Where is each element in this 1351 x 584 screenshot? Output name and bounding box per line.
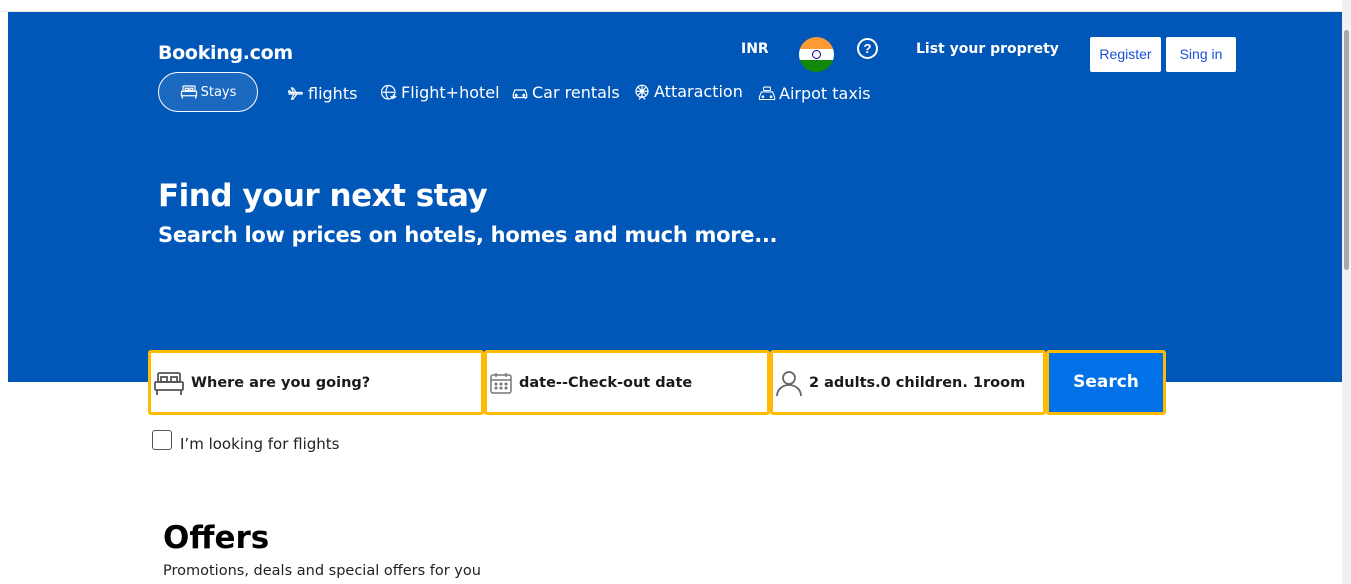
guests-selector[interactable]: 2 adults.0 children. 1room xyxy=(770,350,1046,415)
nav-tab-flight-hotel[interactable]: Flight+hotel xyxy=(380,83,500,102)
flights-checkbox-label[interactable]: I’m looking for flights xyxy=(180,435,339,453)
bed-icon xyxy=(154,371,184,395)
hero-subtitle: Search low prices on hotels, homes and m… xyxy=(158,223,778,247)
bed-icon xyxy=(180,85,197,99)
nav-tab-attractions-label: Attaraction xyxy=(654,82,743,101)
person-icon xyxy=(776,370,802,396)
india-flag-icon[interactable] xyxy=(799,37,834,72)
calendar-icon xyxy=(490,372,512,394)
plane-icon xyxy=(287,86,303,100)
nav-tab-car-rentals[interactable]: Car rentals xyxy=(511,83,620,102)
help-icon[interactable]: ? xyxy=(857,38,878,59)
nav-tab-stays[interactable]: Stays xyxy=(158,72,258,112)
destination-input[interactable]: Where are you going? xyxy=(148,350,484,415)
flight-hotel-icon xyxy=(380,84,397,100)
nav-tab-flights[interactable]: flights xyxy=(287,84,357,103)
page-scrollbar[interactable] xyxy=(1342,0,1351,584)
site-logo[interactable]: Booking.com xyxy=(158,42,293,64)
nav-tab-attractions[interactable]: Attaraction xyxy=(633,82,743,101)
destination-placeholder: Where are you going? xyxy=(191,374,371,391)
offers-heading: Offers xyxy=(163,520,270,556)
taxi-icon xyxy=(758,86,776,100)
register-button[interactable]: Register xyxy=(1090,37,1161,72)
currency-selector[interactable]: INR xyxy=(741,41,769,57)
nav-tab-flights-label: flights xyxy=(308,84,358,103)
date-range-input[interactable]: date--Check-out date xyxy=(484,350,770,415)
date-range-label: date--Check-out date xyxy=(519,374,693,391)
hero-title: Find your next stay xyxy=(158,178,488,214)
guests-label: 2 adults.0 children. 1room xyxy=(809,374,1026,391)
offers-subtitle: Promotions, deals and special offers for… xyxy=(163,563,481,579)
flights-checkbox[interactable] xyxy=(152,430,172,450)
scrollbar-thumb[interactable] xyxy=(1344,30,1349,270)
list-property-link[interactable]: List your proprety xyxy=(916,41,1059,57)
ferris-wheel-icon xyxy=(635,84,649,100)
car-icon xyxy=(512,88,528,99)
signin-button[interactable]: Sing in xyxy=(1166,37,1236,72)
browser-top-edge xyxy=(0,0,1351,12)
nav-tab-airport-taxis-label: Airpot taxis xyxy=(779,84,871,103)
nav-tab-flight-hotel-label: Flight+hotel xyxy=(401,83,500,102)
search-button[interactable]: Search xyxy=(1046,350,1166,415)
nav-tab-stays-label: Stays xyxy=(200,84,237,100)
nav-tab-airport-taxis[interactable]: Airpot taxis xyxy=(758,84,871,103)
nav-tab-car-rentals-label: Car rentals xyxy=(532,83,620,102)
